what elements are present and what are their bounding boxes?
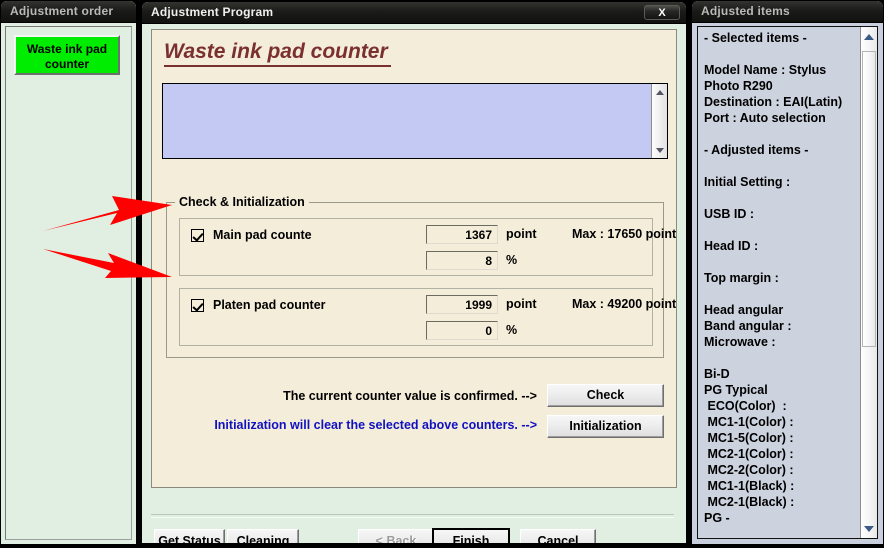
main-pad-counter-checkbox-row: Main pad counte — [191, 228, 312, 242]
platen-pad-counter-points-field[interactable]: 1999 — [426, 295, 498, 314]
back-button: < Back — [358, 529, 434, 543]
message-textarea-scrollbar[interactable] — [651, 84, 667, 158]
get-status-button[interactable]: Get Status — [154, 529, 225, 543]
platen-pad-counter-point-unit: point — [506, 297, 537, 311]
group-legend: Check & Initialization — [175, 195, 309, 209]
scroll-down-icon[interactable] — [861, 521, 877, 536]
action-rows: The current counter value is confirmed. … — [152, 378, 676, 448]
scrollbar-thumb[interactable] — [862, 51, 876, 347]
check-button[interactable]: Check — [547, 384, 664, 407]
main-pad-counter-label: Main pad counte — [213, 228, 312, 242]
adjustment-program-title: Adjustment Program — [151, 5, 274, 19]
adjustment-order-titlebar[interactable]: Adjustment order — [1, 1, 136, 23]
adjustment-program-titlebar[interactable]: Adjustment Program X — [142, 2, 686, 24]
platen-pad-counter-row: Platen pad counter 1999 0 point % Max : … — [179, 288, 676, 346]
screen: Adjustment order Waste ink pad counter A… — [0, 0, 884, 548]
adjusted-items-text: - Selected items - Model Name : Stylus P… — [704, 31, 843, 525]
page-title: Waste ink pad counter — [164, 40, 391, 67]
waste-ink-pad-panel: Waste ink pad counter Check & Initializa… — [151, 29, 677, 488]
adjusted-items-list: - Selected items - Model Name : Stylus P… — [697, 26, 878, 539]
check-hint-text: The current counter value is confirmed. … — [283, 389, 537, 403]
main-pad-counter-point-unit: point — [506, 227, 537, 241]
adjusted-items-titlebar[interactable]: Adjusted items — [692, 1, 883, 23]
waste-ink-pad-counter-button[interactable]: Waste ink pad counter — [14, 35, 120, 75]
scroll-up-icon[interactable] — [861, 29, 877, 44]
main-pad-counter-row: Main pad counte 1367 8 point % Max : 176… — [179, 218, 676, 276]
adjustment-order-list: Waste ink pad counter — [5, 26, 132, 540]
main-pad-counter-percent-unit: % — [506, 253, 518, 267]
initialization-button[interactable]: Initialization — [547, 415, 664, 438]
adjustment-program-body: Waste ink pad counter Check & Initializa… — [142, 24, 686, 543]
platen-pad-counter-label: Platen pad counter — [213, 298, 326, 312]
finish-button[interactable]: Finish — [432, 528, 510, 543]
platen-pad-counter-percent-field[interactable]: 0 — [426, 321, 498, 340]
footer-divider — [151, 514, 674, 518]
check-and-initialization-group: Check & Initialization Main pad counte 1… — [166, 195, 676, 358]
platen-pad-counter-checkbox[interactable] — [191, 298, 204, 312]
initialization-hint-text: Initialization will clear the selected a… — [214, 418, 537, 432]
platen-pad-counter-max: Max : 49200 point — [572, 297, 677, 311]
adjustment-order-window: Adjustment order Waste ink pad counter — [0, 0, 137, 545]
main-pad-counter-checkbox[interactable] — [191, 228, 204, 242]
main-pad-counter-points-field[interactable]: 1367 — [426, 225, 498, 244]
adjustment-program-window: Adjustment Program X Waste ink pad count… — [140, 0, 688, 545]
footer-buttons: Get Status Cleaning < Back Finish Cancel — [142, 524, 686, 543]
adjustment-order-title: Adjustment order — [10, 4, 114, 18]
message-textarea[interactable] — [162, 83, 668, 159]
cleaning-button[interactable]: Cleaning — [227, 529, 299, 543]
adjusted-items-scrollbar[interactable] — [860, 27, 877, 538]
platen-pad-counter-checkbox-row: Platen pad counter — [191, 298, 326, 312]
close-icon[interactable]: X — [644, 5, 680, 20]
scroll-up-icon[interactable] — [652, 85, 667, 99]
adjusted-items-title: Adjusted items — [701, 4, 790, 18]
cancel-button[interactable]: Cancel — [520, 529, 596, 543]
adjusted-items-window: Adjusted items - Selected items - Model … — [691, 0, 884, 545]
platen-pad-counter-percent-unit: % — [506, 323, 518, 337]
main-pad-counter-max: Max : 17650 point — [572, 227, 677, 241]
scroll-down-icon[interactable] — [652, 143, 667, 157]
main-pad-counter-percent-field[interactable]: 8 — [426, 251, 498, 270]
